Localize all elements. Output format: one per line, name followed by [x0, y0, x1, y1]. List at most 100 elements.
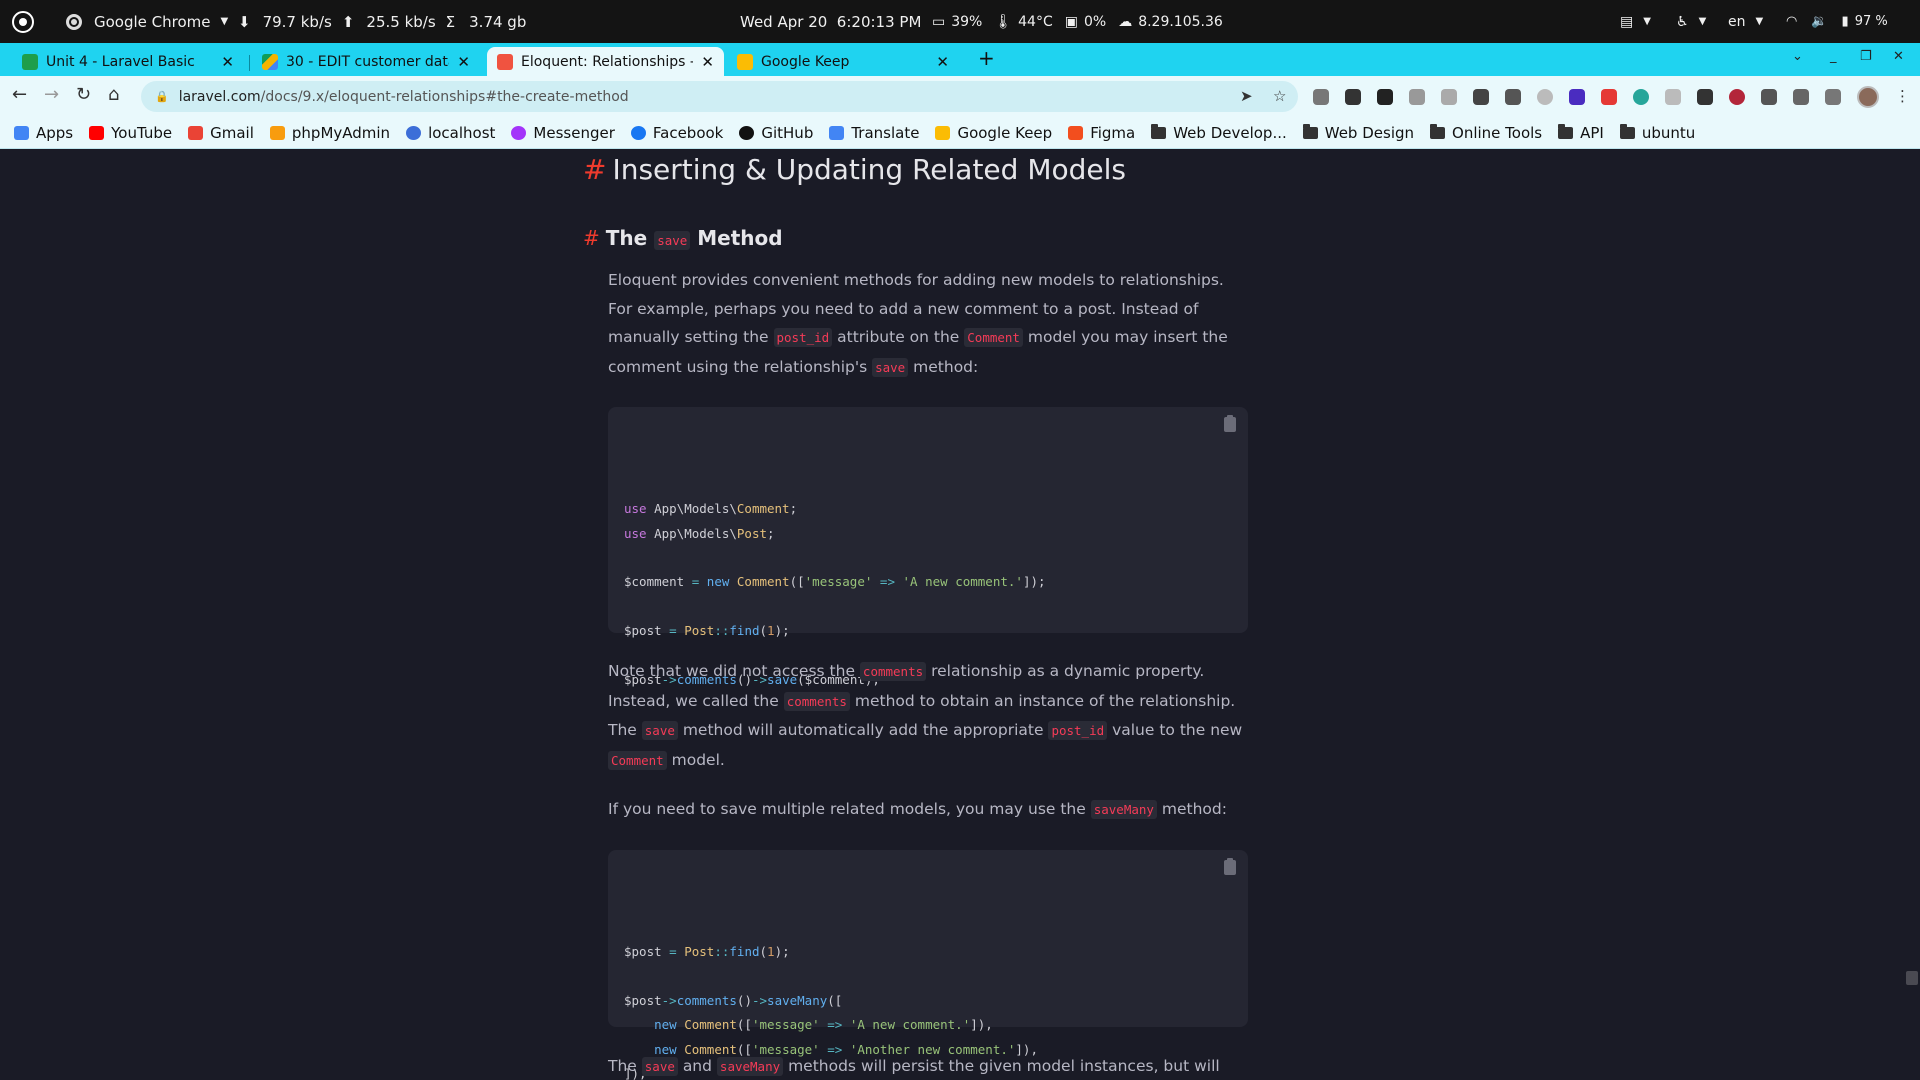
minimize-button[interactable]: _ — [1830, 49, 1837, 64]
extension-badge-icon[interactable] — [1569, 89, 1585, 105]
bookmarks-bar: Apps YouTube Gmail phpMyAdmin localhost … — [0, 117, 1920, 149]
bookmark-phpmyadmin[interactable]: phpMyAdmin — [269, 123, 391, 142]
bookmark-folder-ubuntu[interactable]: ubuntu — [1619, 123, 1695, 142]
classroom-favicon-icon — [22, 53, 38, 70]
phpmyadmin-icon — [269, 125, 285, 140]
menu-kebab-icon[interactable]: ⋮ — [1895, 87, 1910, 105]
address-bar[interactable]: 🔒 laravel.com/docs/9.x/eloquent-relation… — [141, 81, 1298, 112]
bookmark-translate[interactable]: Translate — [829, 124, 919, 142]
reading-list-icon[interactable] — [1793, 89, 1809, 105]
clipboard-indicator[interactable]: ▤ ▼ — [1620, 0, 1651, 43]
clipboard-icon: ▤ — [1620, 13, 1634, 30]
scrollbar-thumb[interactable] — [1906, 971, 1918, 985]
net-up: 25.5 kb/s — [366, 12, 436, 31]
tab-unit4[interactable]: Unit 4 - Laravel Basic ✕ — [12, 47, 244, 76]
extension-vue-icon[interactable] — [1441, 89, 1457, 105]
send-icon[interactable]: ➤ — [1240, 87, 1253, 105]
copy-icon[interactable] — [1224, 858, 1236, 875]
extension-eyedropper-icon[interactable] — [1505, 89, 1521, 105]
inline-code: save — [641, 721, 678, 741]
extension-search-icon[interactable] — [1665, 89, 1681, 105]
bookmark-messenger[interactable]: Messenger — [511, 124, 615, 142]
url-host: laravel.com — [178, 88, 261, 105]
subsection-heading: # The save Method — [583, 226, 783, 250]
system-tray[interactable]: ◠ 🔉 ▮ 97 % — [1786, 0, 1888, 43]
text: model. — [671, 751, 725, 770]
bookmark-star-icon[interactable]: ☆ — [1273, 87, 1286, 105]
laravel-favicon-icon — [497, 53, 513, 70]
github-icon — [739, 125, 755, 140]
extension-bird-icon[interactable] — [1697, 89, 1713, 105]
netspeed-indicator[interactable]: ⬇ 79.7 kb/s ⬆ 25.5 kb/s Σ 3.74 gb — [238, 0, 526, 43]
close-icon[interactable]: ✕ — [701, 53, 714, 71]
forward-button[interactable]: → — [44, 84, 59, 105]
figma-icon — [1068, 125, 1084, 140]
extension-camera-icon[interactable] — [1409, 89, 1425, 105]
bookmark-folder-web-develop[interactable]: Web Develop... — [1151, 123, 1287, 142]
home-button[interactable]: ⌂ — [108, 84, 119, 105]
drive-favicon-icon — [262, 53, 278, 70]
extension-smile-icon[interactable] — [1537, 89, 1553, 105]
activities-button[interactable] — [12, 0, 34, 43]
code-line: $post = Post::find(1); — [624, 944, 790, 960]
copy-icon[interactable] — [1224, 415, 1236, 432]
bookmark-gmail[interactable]: Gmail — [188, 124, 254, 142]
inline-code: post_id — [1048, 721, 1108, 741]
anchor-link[interactable]: # — [583, 226, 600, 250]
text: The — [608, 1057, 637, 1075]
side-panel-icon[interactable] — [1825, 89, 1841, 105]
folder-icon — [1302, 123, 1318, 139]
extension-glasses-icon[interactable] — [1345, 89, 1361, 105]
inline-code: Comment — [608, 751, 667, 771]
bookmark-apps[interactable]: Apps — [14, 124, 73, 142]
bookmark-label: YouTube — [111, 123, 173, 142]
extension-red-icon[interactable] — [1601, 89, 1617, 105]
new-tab-button[interactable]: + — [978, 46, 995, 70]
restore-button[interactable]: ❐ — [1860, 49, 1872, 64]
code-line: use App\Models\Post; — [624, 525, 775, 541]
clock[interactable]: Wed Apr 20 6:20:13 PM — [740, 0, 921, 43]
close-icon[interactable]: ✕ — [936, 53, 949, 71]
temperature: 44°C — [1018, 13, 1053, 30]
close-icon[interactable]: ✕ — [457, 53, 470, 71]
bookmark-facebook[interactable]: Facebook — [630, 124, 723, 142]
code-block-savemany: $post = Post::find(1); $post->comments()… — [608, 850, 1248, 1080]
close-icon[interactable]: ✕ — [221, 53, 234, 71]
app-menu[interactable]: Google Chrome ▼ — [66, 0, 228, 43]
chevron-down-icon: ▼ — [1698, 16, 1707, 27]
tab-edit-customer[interactable]: 30 - EDIT customer data.m ✕ — [252, 47, 480, 76]
extensions-puzzle-icon[interactable] — [1761, 89, 1777, 105]
section-heading: # Inserting & Updating Related Models — [583, 153, 1126, 186]
reload-button[interactable]: ↻ — [76, 84, 91, 105]
bookmark-folder-web-design[interactable]: Web Design — [1302, 123, 1414, 142]
tab-eloquent[interactable]: Eloquent: Relationships - ✕ — [487, 47, 724, 76]
bookmark-folder-online-tools[interactable]: Online Tools — [1430, 123, 1543, 142]
bookmark-label: Gmail — [210, 123, 254, 142]
bookmark-label: Online Tools — [1452, 123, 1543, 142]
extension-font-icon[interactable] — [1377, 89, 1393, 105]
text: value to the new — [1112, 721, 1243, 740]
profile-avatar[interactable] — [1857, 86, 1879, 108]
bookmark-label: phpMyAdmin — [291, 123, 391, 142]
bookmark-localhost[interactable]: localhost — [406, 124, 495, 142]
back-button[interactable]: ← — [12, 84, 27, 105]
bookmark-figma[interactable]: Figma — [1068, 124, 1135, 142]
extension-recycle-icon[interactable] — [1313, 89, 1329, 105]
bookmark-github[interactable]: GitHub — [739, 124, 813, 142]
bookmark-youtube[interactable]: YouTube — [89, 124, 172, 142]
window-close-button[interactable]: ✕ — [1893, 49, 1904, 64]
extension-m-icon[interactable] — [1633, 89, 1649, 105]
language-selector[interactable]: en ▼ — [1728, 0, 1763, 43]
inline-code: saveMany — [716, 1057, 784, 1076]
paragraph-savemany-intro: If you need to save multiple related mod… — [608, 795, 1248, 825]
tab-google-keep[interactable]: Google Keep ✕ — [727, 47, 959, 76]
bookmark-google-keep[interactable]: Google Keep — [935, 124, 1052, 142]
bookmark-label: Figma — [1090, 123, 1136, 142]
extension-block-icon[interactable] — [1729, 89, 1745, 105]
system-monitor[interactable]: ▭ 39% 🌡 44°C ▣ 0% ☁ 8.29.105.36 — [932, 0, 1223, 43]
accessibility-menu[interactable]: ♿ ▼ — [1676, 0, 1706, 43]
bookmark-folder-api[interactable]: API — [1558, 123, 1604, 142]
extension-download-icon[interactable] — [1473, 89, 1489, 105]
anchor-link[interactable]: # — [583, 153, 606, 186]
tab-search-button[interactable]: ⌄ — [1792, 49, 1803, 64]
